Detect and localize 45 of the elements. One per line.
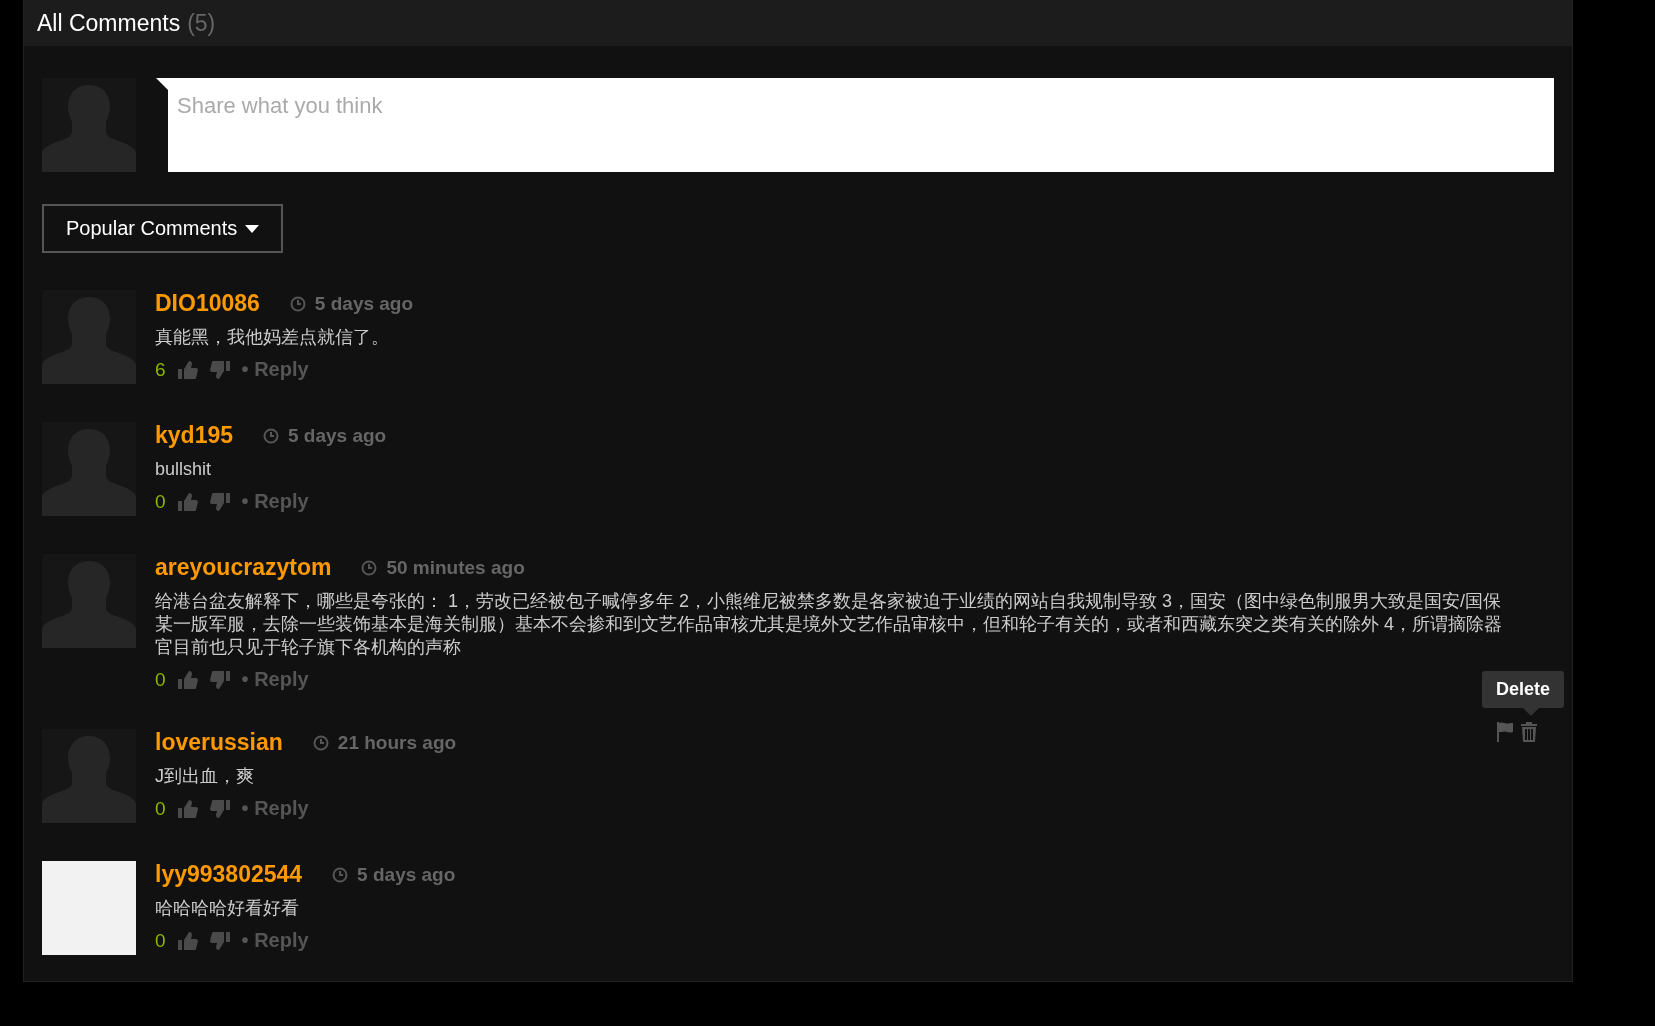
comment-text: bullshit xyxy=(155,458,213,481)
comment-text: 给港台盆友解释下，哪些是夸张的： 1，劳改已经被包子喊停多年 2，小熊维尼被禁多数是各家被迫于业绩的网站自我规制导致 3，国安（图中绿色制服男大致是国安/国保某一版军服，去除一些装饰基本是海关制服）基本不会掺和到文艺作品审核尤其是境外文艺作品审核中，但和轮子有关的，或者和西藏东突之类有关的除外 4，所谓摘除器官目前也只见于轮子旗下各机构的声称 xyxy=(155,590,1503,659)
vote-count: 0 xyxy=(155,490,166,513)
comment-time: 5 days ago xyxy=(314,292,414,315)
vote-count: 0 xyxy=(155,668,166,691)
thumbs-up-icon[interactable] xyxy=(177,360,198,379)
comment-text: J到出血，爽 xyxy=(155,765,255,788)
thumbs-down-icon[interactable] xyxy=(209,492,230,511)
comment-time: 50 minutes ago xyxy=(386,556,525,579)
comment-text: 哈哈哈哈好看好看 xyxy=(155,897,300,920)
trash-icon[interactable] xyxy=(1520,722,1538,742)
thumbs-up-icon[interactable] xyxy=(177,670,198,689)
thumbs-down-icon[interactable] xyxy=(209,931,230,950)
username-link[interactable]: kyd195 xyxy=(155,422,233,449)
username-link[interactable]: loverussian xyxy=(155,729,283,756)
flag-icon[interactable] xyxy=(1496,722,1514,742)
clock-icon xyxy=(289,295,306,312)
vote-count: 0 xyxy=(155,929,166,952)
caret-icon xyxy=(245,224,260,233)
username-link[interactable]: areyoucrazytom xyxy=(155,554,332,581)
clock-icon xyxy=(263,427,279,444)
comment-input-field[interactable]: Share what you think xyxy=(168,78,1554,172)
clock-icon xyxy=(361,559,378,576)
username-link[interactable]: DIO10086 xyxy=(155,290,260,317)
comment-count: (5) xyxy=(187,9,216,37)
thumbs-down-icon[interactable] xyxy=(209,799,230,818)
thumbs-down-icon[interactable] xyxy=(209,670,230,689)
thumbs-down-icon[interactable] xyxy=(209,360,230,379)
sort-dropdown[interactable]: Popular Comments xyxy=(42,204,284,253)
username-link[interactable]: lyy993802544 xyxy=(155,861,303,888)
comment-time: 5 days ago xyxy=(357,863,456,886)
thumbs-up-icon[interactable] xyxy=(177,492,198,511)
thumbs-up-icon[interactable] xyxy=(177,931,198,950)
comment-text: 真能黑，我他妈差点就信了。 xyxy=(155,326,390,349)
clock-icon xyxy=(312,734,329,751)
speech-pointer-icon xyxy=(156,78,168,90)
delete-tooltip: Delete xyxy=(1481,671,1564,708)
thumbs-up-icon[interactable] xyxy=(177,799,198,818)
comment-time: 5 days ago xyxy=(288,424,387,447)
section-title: All Comments xyxy=(37,9,181,37)
vote-count: 0 xyxy=(155,797,166,820)
tooltip-pointer-icon xyxy=(1523,708,1539,716)
comment-time: 21 hours ago xyxy=(337,731,457,754)
clock-icon xyxy=(332,866,349,883)
vote-count: 6 xyxy=(155,358,166,381)
